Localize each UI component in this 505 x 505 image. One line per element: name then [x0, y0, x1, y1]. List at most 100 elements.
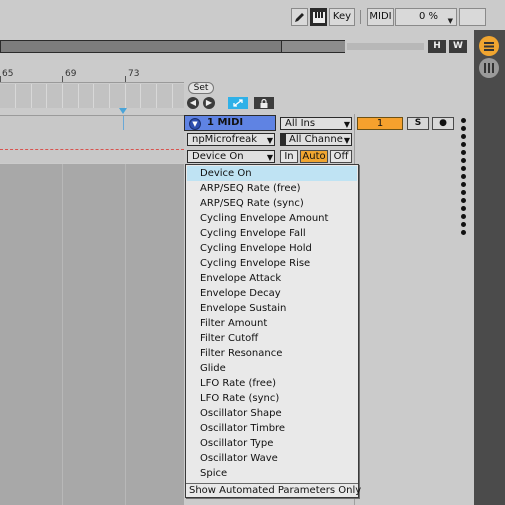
- dropdown-item[interactable]: Envelope Sustain: [187, 301, 357, 316]
- dropdown-item[interactable]: Envelope Attack: [187, 271, 357, 286]
- dropdown-item[interactable]: Oscillator Shape: [187, 406, 357, 421]
- automation-parameter-select[interactable]: Device On ▼: [187, 150, 275, 163]
- dropdown-item[interactable]: Cycling Envelope Amount: [187, 211, 357, 226]
- handle-dot: [461, 214, 466, 219]
- grid-line: [31, 84, 32, 108]
- grid-line: [140, 84, 141, 108]
- overview-track: [347, 43, 424, 50]
- bar-ruler[interactable]: 65 69 73: [0, 68, 184, 83]
- grid-line: [78, 84, 79, 108]
- handle-dot: [461, 150, 466, 155]
- dropdown-item[interactable]: Envelope Decay: [187, 286, 357, 301]
- ruler-label: 69: [65, 69, 77, 79]
- dropdown-item[interactable]: Filter Cutoff: [187, 331, 357, 346]
- dropdown-item[interactable]: Oscillator Timbre: [187, 421, 357, 436]
- ruler-label: 65: [2, 69, 14, 79]
- grid-line: [46, 84, 47, 108]
- arrangement-view-icon[interactable]: [479, 36, 499, 56]
- dropdown-item[interactable]: Filter Amount: [187, 316, 357, 331]
- chevron-down-icon: ▼: [266, 136, 273, 145]
- session-view-icon[interactable]: [479, 58, 499, 78]
- next-locator-icon[interactable]: ▶: [203, 97, 215, 109]
- overview-strip[interactable]: [0, 40, 345, 53]
- previous-locator-icon[interactable]: ◀: [187, 97, 199, 109]
- grid-line: [125, 84, 126, 108]
- track-title-bar[interactable]: ▼ 1 MIDI: [184, 115, 276, 131]
- arrangement-empty-area[interactable]: [0, 164, 184, 505]
- ruler-tick: [125, 76, 126, 82]
- handle-dot: [461, 222, 466, 227]
- track-name: 1 MIDI: [207, 117, 244, 128]
- handle-dot: [461, 190, 466, 195]
- midi-map-button[interactable]: MIDI: [367, 8, 394, 26]
- side-view-strip: [474, 30, 505, 505]
- parameter-dropdown-menu[interactable]: Device On ARP/SEQ Rate (free) ARP/SEQ Rate…: [185, 164, 361, 498]
- dropdown-item[interactable]: Cycling Envelope Hold: [187, 241, 357, 256]
- chevron-down-icon: ▼: [343, 136, 350, 145]
- grid-line: [15, 84, 16, 108]
- piano-keyboard-icon[interactable]: [310, 8, 327, 26]
- midi-channel-select[interactable]: All Channe ▼: [280, 133, 352, 146]
- handle-dot: [461, 142, 466, 147]
- chevron-down-icon: ▼: [447, 17, 453, 25]
- dropdown-item[interactable]: Oscillator Type: [187, 436, 357, 451]
- lock-icon[interactable]: [254, 97, 274, 109]
- pencil-icon[interactable]: [291, 8, 308, 26]
- overview-scroll-handle[interactable]: [281, 41, 345, 52]
- monitor-auto-button[interactable]: Auto: [300, 150, 328, 163]
- drag-handle[interactable]: [460, 118, 468, 238]
- beat-time-ruler[interactable]: [0, 84, 184, 108]
- dropdown-item[interactable]: Filter Resonance: [187, 346, 357, 361]
- grid-line: [125, 164, 126, 505]
- optimize-width-button[interactable]: W: [449, 40, 467, 53]
- grid-line: [93, 84, 94, 108]
- handle-dot: [461, 134, 466, 139]
- grid-line: [156, 84, 157, 108]
- automation-device-select[interactable]: npMicrofreak ▼: [187, 133, 275, 146]
- dropdown-item[interactable]: Cycling Envelope Rise: [187, 256, 357, 271]
- grid-line: [109, 84, 110, 108]
- dropdown-item[interactable]: LFO Rate (free): [187, 376, 357, 391]
- dropdown-item[interactable]: Device On: [187, 166, 357, 181]
- handle-dot: [461, 182, 466, 187]
- grid-line: [62, 164, 63, 505]
- dropdown-item[interactable]: Cycling Envelope Fall: [187, 226, 357, 241]
- dropdown-item[interactable]: ARP/SEQ Rate (sync): [187, 196, 357, 211]
- ruler-label: 73: [128, 69, 140, 79]
- follow-icon[interactable]: [228, 97, 248, 109]
- dropdown-item[interactable]: ARP/SEQ Rate (free): [187, 181, 357, 196]
- automation-line[interactable]: [0, 149, 184, 150]
- ruler-tick: [0, 76, 1, 82]
- cpu-meter: [459, 8, 486, 26]
- zoom-value: 0 %: [418, 11, 438, 22]
- input-type-value: All Ins: [285, 118, 316, 129]
- chevron-down-icon: ▼: [343, 120, 350, 129]
- zoom-select[interactable]: 0 % ▼: [395, 8, 457, 26]
- midi-from-select[interactable]: All Ins ▼: [280, 117, 352, 130]
- dropdown-item[interactable]: Spice: [187, 466, 357, 481]
- dropdown-item[interactable]: Oscillator Wave: [187, 451, 357, 466]
- top-toolbar: Key MIDI 0 % ▼: [0, 0, 505, 36]
- locator-marker-icon[interactable]: [119, 108, 127, 114]
- arrangement-overview[interactable]: H W: [0, 38, 470, 55]
- set-locator-button[interactable]: Set: [188, 82, 214, 94]
- monitor-in-button[interactable]: In: [280, 150, 298, 163]
- key-map-button[interactable]: Key: [329, 8, 355, 26]
- monitor-off-button[interactable]: Off: [330, 150, 352, 163]
- grid-line: [172, 84, 173, 108]
- handle-dot: [461, 174, 466, 179]
- track-lane[interactable]: [0, 115, 184, 163]
- fold-track-icon[interactable]: ▼: [189, 118, 201, 130]
- handle-dot: [461, 126, 466, 131]
- solo-button[interactable]: S: [407, 117, 429, 130]
- dropdown-item[interactable]: Glide: [187, 361, 357, 376]
- handle-dot: [461, 166, 466, 171]
- handle-dot: [461, 230, 466, 235]
- dropdown-item[interactable]: LFO Rate (sync): [187, 391, 357, 406]
- show-automated-only-option[interactable]: Show Automated Parameters Only: [186, 483, 361, 498]
- track-activator-button[interactable]: 1: [357, 117, 403, 130]
- record-arm-icon[interactable]: ●: [432, 117, 454, 130]
- parameter-select-value: Device On: [192, 151, 244, 162]
- optimize-height-button[interactable]: H: [428, 40, 446, 53]
- ruler-tick: [62, 76, 63, 82]
